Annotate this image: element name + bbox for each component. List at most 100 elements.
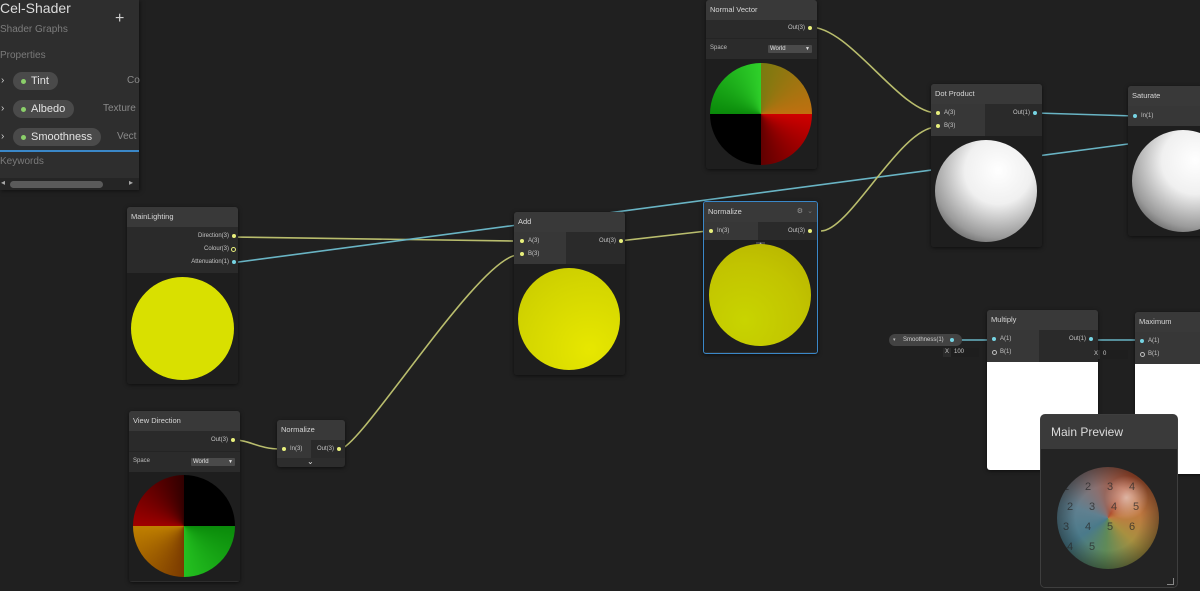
expand-preview-icon[interactable]: ⌄ <box>307 457 314 466</box>
port-in[interactable]: In(3) <box>709 228 729 234</box>
node-title-text: Normalize <box>708 207 742 216</box>
node-add[interactable]: Add A(3) B(3) Out(3) <box>514 212 625 375</box>
port-dot-icon[interactable] <box>282 447 286 451</box>
port-b[interactable]: B(3) <box>520 251 539 257</box>
port-direction[interactable]: Direction(3) <box>198 233 236 239</box>
node-saturate[interactable]: Saturate In(1) <box>1128 86 1200 236</box>
node-normalize-selected[interactable]: Normalize ⚙ ⌄ In(3) Out(3) ^ <box>703 201 818 354</box>
port-colour[interactable]: Colour(3) <box>204 246 236 252</box>
port-dot-icon[interactable] <box>231 247 236 252</box>
texture-number: 2 <box>1085 481 1092 493</box>
property-pill-smoothness[interactable]: Smoothness <box>13 128 102 146</box>
port-out[interactable]: Out(3) <box>317 446 341 452</box>
port-dot-icon[interactable] <box>1033 111 1037 115</box>
texture-number: 4 <box>1111 501 1118 513</box>
port-a[interactable]: A(3) <box>520 238 540 244</box>
port-dot-icon[interactable] <box>520 252 524 256</box>
scroll-left-icon[interactable]: ◂ <box>1 178 5 187</box>
port-out[interactable]: Out(3) <box>211 437 235 443</box>
field-value[interactable]: 0 <box>1100 350 1128 359</box>
port-dot-icon[interactable] <box>232 260 236 264</box>
space-dropdown[interactable]: World ▼ <box>191 458 235 466</box>
port-a[interactable]: A(1) <box>1140 338 1159 344</box>
collapse-chevron-icon[interactable]: ⌄ <box>807 202 813 222</box>
texture-number: 5 <box>1089 541 1096 553</box>
port-out[interactable]: Out(3) <box>788 228 812 234</box>
node-title: Normalize ⚙ ⌄ <box>704 202 817 222</box>
expand-chevron-icon[interactable]: › <box>1 103 4 114</box>
port-dot-icon[interactable] <box>337 447 341 451</box>
port-b[interactable]: B(1) <box>992 349 1012 355</box>
node-normalize-collapsed[interactable]: Normalize In(3) Out(3) ⌄ <box>277 420 345 467</box>
port-b[interactable]: B(3) <box>936 123 955 129</box>
port-dot-icon[interactable] <box>950 338 954 342</box>
port-dot-icon[interactable] <box>709 229 713 233</box>
port-dot-icon[interactable] <box>619 239 623 243</box>
texture-number: 3 <box>1089 501 1096 513</box>
node-view-direction[interactable]: View Direction Out(3) Space World ▼ <box>129 411 240 582</box>
property-type: Vect <box>117 131 137 142</box>
property-row-smoothness[interactable]: › Smoothness Vect <box>0 126 139 148</box>
node-normal-vector[interactable]: Normal Vector Out(3) Space World ▼ <box>706 0 817 169</box>
port-dot-icon[interactable] <box>520 239 524 243</box>
preview-sphere <box>935 140 1037 242</box>
settings-gear-icon[interactable]: ⚙ <box>797 202 803 222</box>
port-dot-icon[interactable] <box>808 229 812 233</box>
node-title: Dot Product <box>931 84 1042 104</box>
port-label: A(3) <box>528 238 540 244</box>
scroll-right-icon[interactable]: ▸ <box>129 178 133 187</box>
port-dot-icon[interactable] <box>1133 114 1137 118</box>
space-dropdown[interactable]: World ▼ <box>768 45 812 53</box>
add-property-button[interactable]: + <box>115 10 124 28</box>
port-label: B(1) <box>1000 349 1012 355</box>
property-name: Tint <box>31 75 49 87</box>
port-out[interactable]: Out(1) <box>1013 110 1037 116</box>
node-title: Normalize <box>277 420 345 440</box>
port-dot-icon[interactable] <box>936 124 940 128</box>
property-type: Texture <box>103 103 136 114</box>
port-out[interactable]: Out(3) <box>599 238 623 244</box>
port-dot-icon[interactable] <box>1140 339 1144 343</box>
port-a[interactable]: A(1) <box>992 336 1011 342</box>
port-dot-icon[interactable] <box>808 26 812 30</box>
port-attenuation[interactable]: Attenuation(1) <box>191 259 236 265</box>
node-title: Saturate <box>1128 86 1200 106</box>
main-preview-window[interactable]: Main Preview 12342345345645 <box>1040 414 1178 588</box>
space-label: Space <box>133 458 151 464</box>
preview-sphere <box>131 277 234 380</box>
multiply-b-field[interactable]: X 100 <box>943 348 979 357</box>
port-out[interactable]: Out(3) <box>788 25 812 31</box>
port-dot-icon[interactable] <box>992 337 996 341</box>
expand-chevron-icon[interactable]: › <box>1 75 4 86</box>
field-value[interactable]: 100 <box>951 348 979 357</box>
port-dot-icon[interactable] <box>1140 352 1145 357</box>
property-node-smoothness[interactable]: ▾ Smoothness(1) <box>889 334 962 346</box>
field-axis-label: X <box>943 348 951 357</box>
maximum-b-field[interactable]: X0 <box>1092 350 1128 359</box>
node-dot-product[interactable]: Dot Product A(3) B(3) Out(1) <box>931 84 1042 247</box>
port-label: A(3) <box>944 110 956 116</box>
property-row-tint[interactable]: › Tint Co <box>0 70 140 92</box>
property-row-albedo[interactable]: › Albedo Texture <box>0 98 139 120</box>
port-out[interactable]: Out(1) <box>1069 336 1093 342</box>
node-title: View Direction <box>129 411 240 431</box>
port-dot-icon[interactable] <box>232 234 236 238</box>
property-pill-albedo[interactable]: Albedo <box>13 100 75 118</box>
port-in[interactable]: In(3) <box>282 446 302 452</box>
port-dot-icon[interactable] <box>992 350 997 355</box>
main-preview-viewport[interactable]: 12342345345645 <box>1041 449 1177 587</box>
port-dot-icon[interactable] <box>1089 337 1093 341</box>
main-preview-title: Main Preview <box>1041 415 1177 449</box>
expand-chevron-icon[interactable]: › <box>1 131 4 142</box>
port-dot-icon[interactable] <box>936 111 940 115</box>
port-b[interactable]: B(1) <box>1140 351 1159 357</box>
node-main-lighting[interactable]: MainLighting Direction(3) Colour(3) Atte… <box>127 207 238 384</box>
resize-handle-icon[interactable] <box>1167 578 1174 585</box>
port-a[interactable]: A(3) <box>936 110 956 116</box>
scrollbar-thumb[interactable] <box>10 181 103 188</box>
horizontal-scrollbar[interactable]: ◂ ▸ <box>0 178 139 190</box>
property-pill-tint[interactable]: Tint <box>13 72 58 90</box>
port-in[interactable]: In(1) <box>1133 113 1153 119</box>
preview-sphere <box>1132 130 1200 232</box>
port-dot-icon[interactable] <box>231 438 235 442</box>
